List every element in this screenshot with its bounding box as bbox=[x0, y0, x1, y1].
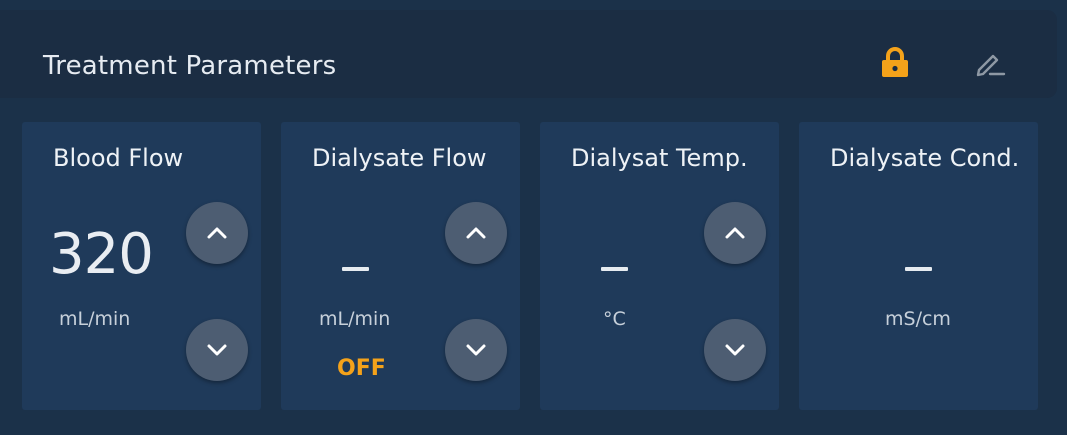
card-dialysate-temp: Dialysat Temp. °C bbox=[540, 122, 779, 410]
chevron-up-icon bbox=[207, 227, 227, 239]
empty-value-dash bbox=[342, 267, 369, 271]
empty-value-dash bbox=[905, 267, 932, 271]
parameter-unit: mL/min bbox=[59, 308, 131, 330]
card-title: Dialysate Flow bbox=[312, 144, 487, 172]
empty-value-dash bbox=[601, 267, 628, 271]
decrease-button[interactable] bbox=[186, 319, 248, 381]
increase-button[interactable] bbox=[704, 202, 766, 264]
card-dialysate-flow: Dialysate Flow mL/min OFF bbox=[281, 122, 520, 410]
chevron-up-icon bbox=[466, 227, 486, 239]
decrease-button[interactable] bbox=[704, 319, 766, 381]
chevron-down-icon bbox=[725, 344, 745, 356]
edit-button[interactable] bbox=[972, 46, 1008, 80]
decrease-button[interactable] bbox=[445, 319, 507, 381]
card-title: Dialysat Temp. bbox=[571, 144, 748, 172]
parameter-unit: mS/cm bbox=[885, 308, 951, 330]
panel-header: Treatment Parameters bbox=[0, 10, 1057, 98]
increase-button[interactable] bbox=[445, 202, 507, 264]
pencil-icon bbox=[976, 54, 1006, 77]
card-blood-flow: Blood Flow 320 mL/min bbox=[22, 122, 261, 410]
increase-button[interactable] bbox=[186, 202, 248, 264]
card-dialysate-conductivity: Dialysate Cond. mS/cm bbox=[799, 122, 1038, 410]
card-title: Blood Flow bbox=[53, 144, 184, 172]
parameter-unit: mL/min bbox=[319, 308, 391, 330]
chevron-down-icon bbox=[466, 344, 486, 356]
status-label: OFF bbox=[337, 356, 386, 381]
parameter-value: 320 bbox=[49, 222, 154, 287]
chevron-down-icon bbox=[207, 344, 227, 356]
lock-icon bbox=[882, 47, 908, 77]
lock-button[interactable] bbox=[879, 46, 911, 80]
chevron-up-icon bbox=[725, 227, 745, 239]
panel-title: Treatment Parameters bbox=[43, 51, 337, 81]
card-title: Dialysate Cond. bbox=[830, 144, 1020, 172]
parameter-unit: °C bbox=[603, 308, 626, 330]
